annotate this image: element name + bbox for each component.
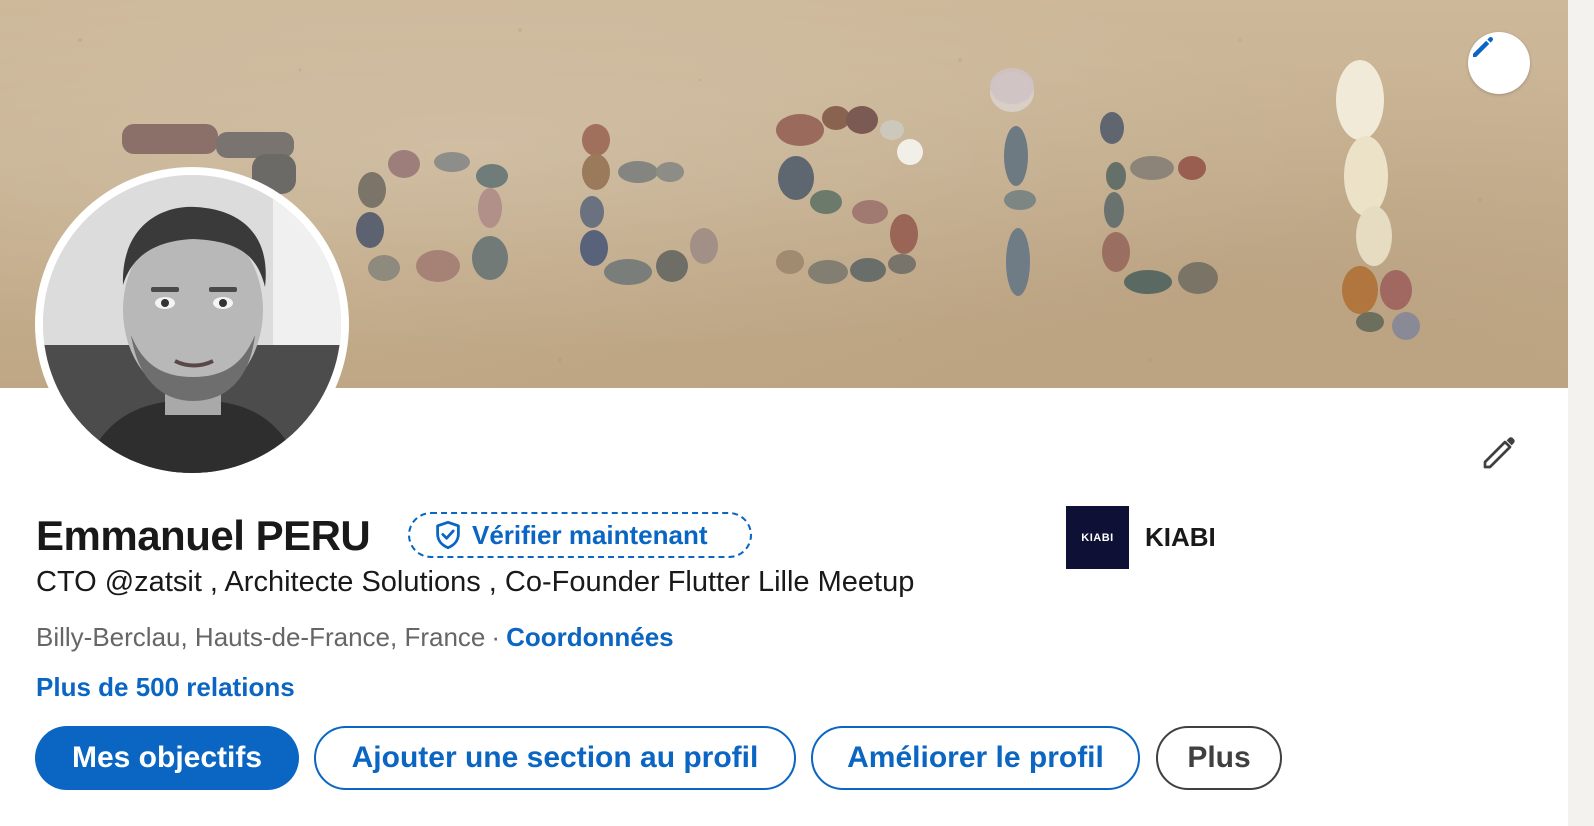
verify-now-label: Vérifier maintenant (472, 519, 708, 550)
location-separator: · (491, 622, 501, 652)
stone-letter-i (990, 72, 1036, 296)
connections-link[interactable]: Plus de 500 relations (36, 672, 295, 703)
avatar (43, 175, 341, 473)
company-logo: KIABI (1066, 506, 1129, 569)
verify-now-button[interactable]: Vérifier maintenant (408, 512, 752, 558)
my-goals-button[interactable]: Mes objectifs (35, 726, 299, 790)
more-button[interactable]: Plus (1156, 726, 1282, 790)
pencil-icon (1473, 36, 1494, 57)
stone-letter-s (776, 106, 923, 284)
improve-profile-button[interactable]: Améliorer le profil (811, 726, 1140, 790)
location-line: Billy-Berclau, Hauts-de-France, France · C… (36, 622, 674, 653)
profile-headline: CTO @zatsit , Architecte Solutions , Co-… (36, 566, 915, 598)
profile-card: Emmanuel PERU Vérifier maintenant KIABI … (0, 0, 1568, 826)
page-background-strip (1568, 0, 1594, 826)
pencil-icon (1483, 437, 1515, 469)
contact-info-link[interactable]: Coordonnées (506, 622, 674, 652)
profile-location: Billy-Berclau, Hauts-de-France, France (36, 622, 486, 652)
stone-exclamation (1336, 60, 1420, 340)
company-name: KIABI (1145, 522, 1216, 552)
stone-letter-t2 (1100, 112, 1218, 294)
current-company[interactable]: KIABI KIABI (1066, 506, 1216, 569)
shield-check-icon (436, 520, 460, 550)
edit-profile-button[interactable] (1476, 428, 1524, 476)
company-logo-text: KIABI (1081, 531, 1114, 544)
profile-photo[interactable] (35, 167, 349, 481)
profile-photo-image (43, 175, 341, 473)
profile-name: Emmanuel PERU (36, 512, 371, 559)
stone-letter-a (356, 150, 508, 282)
edit-banner-button[interactable] (1468, 32, 1530, 94)
add-profile-section-button[interactable]: Ajouter une section au profil (314, 726, 796, 790)
stone-letter-t (580, 124, 718, 285)
